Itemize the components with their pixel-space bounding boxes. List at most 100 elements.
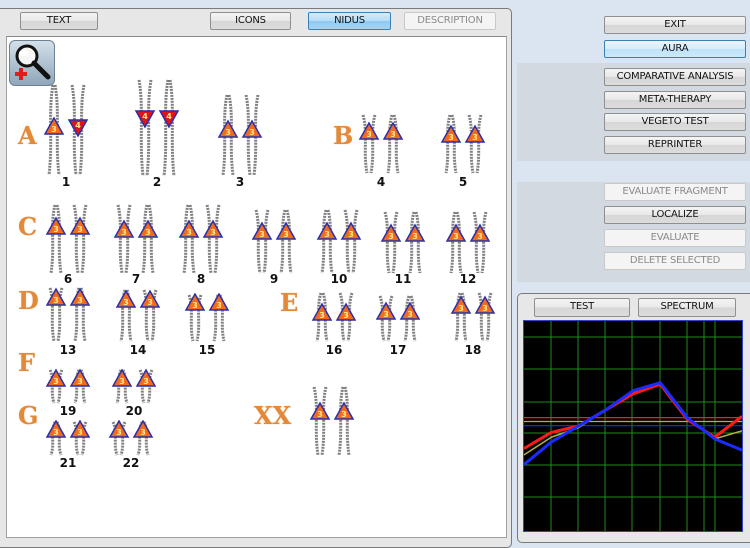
marker-triangle-up-icon[interactable]: 3 (311, 302, 333, 321)
chromosome-pair-7[interactable]: 33 (101, 203, 171, 277)
chromatid (343, 386, 351, 456)
chromosome-pair-22[interactable]: 33 (96, 420, 166, 459)
chromosome-pair-11[interactable]: 33 (368, 210, 438, 277)
delete-selected-button[interactable]: DELETE SELECTED (604, 252, 746, 270)
chromosome-pair-6[interactable]: 33 (33, 203, 103, 277)
marker-triangle-up-icon[interactable]: 3 (69, 216, 91, 235)
chromosome-pair-12[interactable]: 33 (433, 210, 503, 277)
comparative-analysis-button[interactable]: COMPARATIVE ANALYSIS (604, 68, 746, 86)
marker-triangle-up-icon[interactable]: 3 (111, 368, 133, 387)
marker-triangle-up-icon[interactable]: 3 (380, 223, 402, 242)
chromosome-pair-3[interactable]: 33 (205, 93, 275, 179)
chromosome-number: 22 (122, 456, 140, 470)
marker-triangle-up-icon[interactable]: 3 (445, 223, 467, 242)
group-letter-e: E (280, 288, 299, 317)
marker-triangle-up-icon[interactable]: 3 (208, 293, 230, 311)
marker-value: 3 (448, 133, 454, 142)
marker-value: 3 (145, 228, 151, 237)
marker-value: 3 (143, 377, 149, 386)
reprinter-button[interactable]: REPRINTER (604, 136, 746, 154)
marker-triangle-up-icon[interactable]: 3 (275, 221, 297, 240)
meta-therapy-button[interactable]: META-THERAPY (604, 91, 746, 109)
chromosome-pair-20[interactable]: 33 (99, 368, 169, 407)
evaluate-button[interactable]: EVALUATE (604, 229, 746, 247)
chromosome-pair-15[interactable]: 33 (172, 293, 242, 345)
spectrum-button[interactable]: SPECTRUM (638, 298, 736, 317)
chromosome-pair-4[interactable]: 33 (346, 113, 416, 177)
chromosome-pair-13[interactable]: 33 (33, 286, 103, 345)
chromosome-pair-8[interactable]: 33 (166, 203, 236, 277)
tab-text[interactable]: TEXT (20, 12, 98, 30)
chromosome-pair-21[interactable]: 33 (33, 420, 103, 459)
marker-value: 3 (453, 232, 459, 241)
marker-triangle-up-icon[interactable]: 3 (404, 223, 426, 242)
chromosome-pair-5[interactable]: 33 (428, 113, 498, 177)
marker-triangle-up-icon[interactable]: 3 (333, 401, 355, 420)
marker-triangle-down-icon[interactable]: 4 (134, 110, 156, 129)
marker-triangle-up-icon[interactable]: 3 (178, 219, 200, 238)
marker-value: 3 (458, 304, 464, 313)
marker-triangle-up-icon[interactable]: 3 (469, 223, 491, 242)
data-point-blue (659, 382, 661, 384)
chromosome-pair-9[interactable]: 33 (239, 208, 309, 277)
chromosome-pair-19[interactable]: 33 (33, 368, 103, 407)
localize-button[interactable]: LOCALIZE (604, 206, 746, 224)
tab-icons[interactable]: ICONS (210, 12, 291, 30)
marker-triangle-up-icon[interactable]: 3 (382, 121, 404, 140)
chromosome-pair-xx[interactable]: 33 (297, 385, 367, 459)
marker-triangle-up-icon[interactable]: 3 (251, 221, 273, 240)
chromosome-pair-1[interactable]: 34 (31, 83, 101, 179)
marker-triangle-up-icon[interactable]: 3 (135, 368, 157, 387)
marker-triangle-up-icon[interactable]: 3 (45, 216, 67, 235)
marker-triangle-up-icon[interactable]: 3 (137, 219, 159, 238)
group-letter-xx: XX (254, 401, 292, 430)
chromosome-number: 17 (389, 343, 407, 357)
marker-triangle-up-icon[interactable]: 3 (43, 116, 65, 135)
chromatid (408, 211, 416, 274)
evaluate-fragment-button[interactable]: EVALUATE FRAGMENT (604, 183, 746, 201)
chromosome-pair-14[interactable]: 33 (103, 288, 173, 345)
marker-triangle-down-icon[interactable]: 4 (67, 119, 89, 138)
marker-triangle-up-icon[interactable]: 3 (474, 295, 496, 314)
marker-triangle-up-icon[interactable]: 3 (69, 287, 91, 306)
marker-triangle-up-icon[interactable]: 3 (450, 295, 472, 314)
test-button[interactable]: TEST (534, 298, 630, 317)
marker-triangle-up-icon[interactable]: 3 (358, 121, 380, 140)
aura-button[interactable]: AURA (604, 40, 746, 58)
tab-description[interactable]: DESCRIPTION (404, 12, 496, 30)
marker-triangle-up-icon[interactable]: 3 (69, 368, 91, 387)
marker-triangle-up-icon[interactable]: 3 (241, 119, 263, 138)
marker-triangle-up-icon[interactable]: 3 (316, 221, 338, 240)
marker-triangle-up-icon[interactable]: 3 (340, 221, 362, 240)
zoom-in-button[interactable] (9, 40, 55, 86)
marker-triangle-up-icon[interactable]: 3 (115, 289, 137, 308)
exit-button[interactable]: EXIT (604, 16, 746, 34)
data-point-blue (578, 425, 579, 427)
chromatid (279, 209, 287, 274)
marker-triangle-up-icon[interactable]: 3 (375, 301, 397, 320)
vegeto-test-button[interactable]: VEGETO TEST (604, 113, 746, 131)
marker-triangle-up-icon[interactable]: 3 (440, 124, 462, 143)
chromosome-pair-18[interactable]: 33 (438, 291, 508, 345)
marker-triangle-up-icon[interactable]: 3 (45, 368, 67, 387)
marker-triangle-down-icon[interactable]: 4 (158, 110, 180, 129)
marker-triangle-up-icon[interactable]: 3 (113, 219, 135, 238)
chromosome-number: 4 (376, 175, 386, 189)
marker-triangle-up-icon[interactable]: 3 (335, 302, 357, 321)
marker-triangle-up-icon[interactable]: 3 (217, 119, 239, 138)
marker-triangle-up-icon[interactable]: 3 (45, 420, 67, 438)
marker-triangle-up-icon[interactable]: 3 (309, 401, 331, 420)
marker-triangle-up-icon[interactable]: 3 (202, 219, 224, 238)
chromosome-number: 21 (59, 456, 77, 470)
chromosome-number: 19 (59, 404, 77, 418)
chromosome-pair-16[interactable]: 33 (299, 291, 369, 345)
chromosome-pair-2[interactable]: 44 (122, 78, 192, 180)
chromosome-pair-17[interactable]: 33 (363, 294, 433, 345)
chromosome-pair-10[interactable]: 33 (304, 208, 374, 277)
marker-triangle-up-icon[interactable]: 3 (464, 124, 486, 143)
chromosome-number: 3 (235, 175, 245, 189)
marker-triangle-up-icon[interactable]: 3 (132, 420, 154, 438)
marker-triangle-up-icon[interactable]: 3 (399, 301, 421, 320)
tab-nidus[interactable]: NIDUS (308, 12, 391, 30)
chromosome-number: 10 (330, 272, 348, 286)
